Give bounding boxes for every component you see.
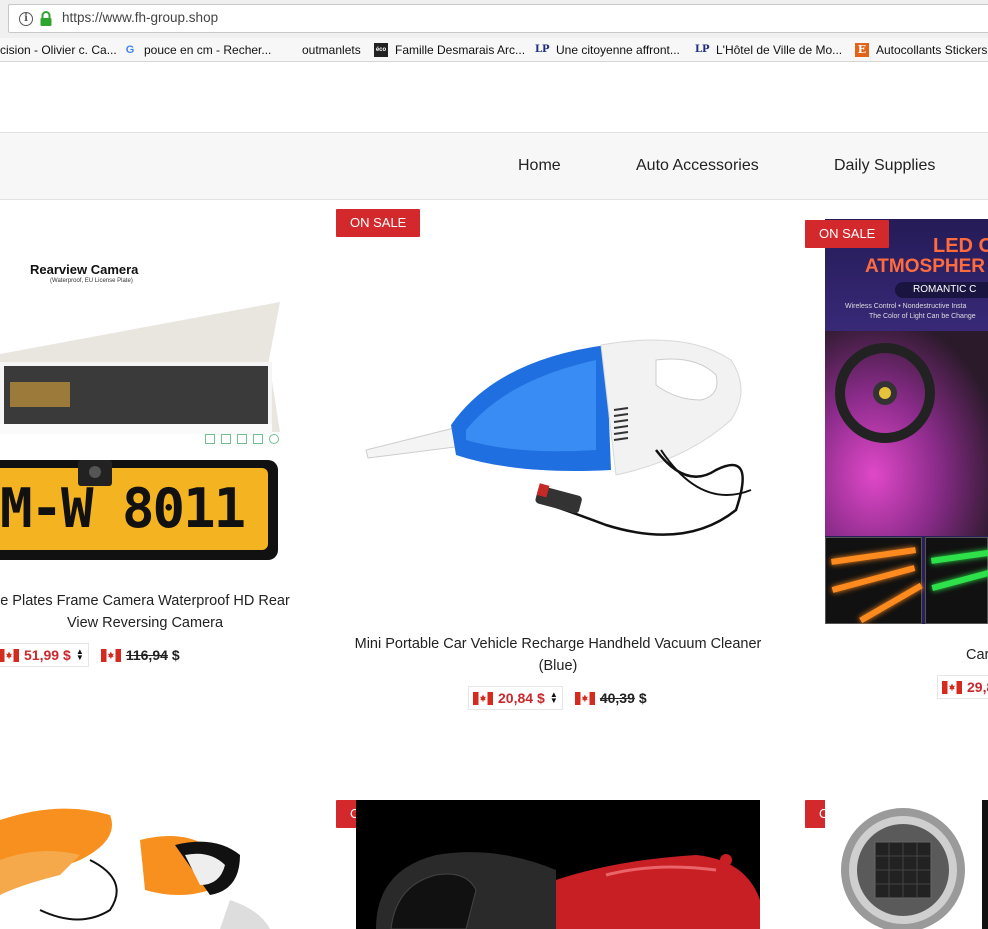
google-icon: G <box>125 44 135 56</box>
product-title-line: Car <box>966 647 988 663</box>
product-price: 51,99 $ ▲ ▼ 116,94 $ <box>0 643 184 667</box>
product-title-line: View Reversing Camera <box>66 615 224 631</box>
image-heading: ATMOSPHER <box>865 256 985 277</box>
image-text: Wireless Control • Nondestructive Insta <box>845 303 967 310</box>
bookmark-item[interactable]: outmanlets <box>302 41 361 59</box>
bookmark-item[interactable]: LP L'Hôtel de Ville de Mo... <box>695 41 842 59</box>
bookmark-item[interactable]: E Autocollants Stickers <box>855 41 987 59</box>
led-strip-green <box>925 537 988 624</box>
url-text[interactable]: https://www.fh-group.shop <box>62 10 218 25</box>
bookmark-item[interactable]: éco Famille Desmarais Arc... <box>374 41 525 59</box>
bookmarks-bar: cision - Olivier c. Ca... G pouce en cm … <box>0 38 988 62</box>
sale-price: 29,8 <box>967 679 988 695</box>
bookmark-label: Une citoyenne affront... <box>556 43 680 57</box>
sale-price: 51,99 <box>24 647 60 663</box>
nav-daily-supplies[interactable]: Daily Supplies <box>834 157 935 175</box>
canada-flag-icon <box>0 648 19 662</box>
lock-icon <box>40 11 52 26</box>
old-price-box: 40,39 $ <box>570 686 651 710</box>
product-image-camera[interactable]: Rearview Camera (Waterproof, EU License … <box>0 252 290 572</box>
camera-lens <box>89 466 101 478</box>
vacuum-illustration <box>365 339 752 536</box>
info-icon[interactable]: i <box>19 12 33 26</box>
on-sale-badge: ON SALE <box>336 209 421 237</box>
bookmark-label: Famille Desmarais Arc... <box>395 43 526 57</box>
plate-text: M-W 8011 <box>0 477 246 540</box>
on-sale-badge: ON SALE <box>805 220 890 248</box>
product-image-vacuum[interactable] <box>356 250 760 560</box>
currency: $ <box>171 647 180 663</box>
product-image-led[interactable]: LED C ATMOSPHER ROMANTIC C Wireless Cont… <box>825 219 988 624</box>
product-title[interactable]: e Plates Frame Camera Waterproof HD Rear… <box>0 590 300 634</box>
solar-coaster-illustration <box>841 800 988 929</box>
bookmark-item[interactable]: cision - Olivier c. Ca... <box>0 41 117 59</box>
product-price: 29,8 <box>937 675 988 699</box>
currency-toggle-icon[interactable]: ▲ ▼ <box>550 691 558 705</box>
bookmark-label: outmanlets <box>302 43 361 57</box>
image-text: The Color of Light Can be Change <box>869 313 976 320</box>
bookmark-item[interactable]: LP Une citoyenne affront... <box>535 41 680 59</box>
lp-icon: LP <box>695 44 710 55</box>
bookmark-label: L'Hôtel de Ville de Mo... <box>716 43 843 57</box>
etsy-icon: E <box>855 43 869 57</box>
currency-toggle-icon[interactable]: ▲ ▼ <box>76 648 84 662</box>
address-bar[interactable]: i https://www.fh-group.shop <box>8 4 988 33</box>
black-vacuum-illustration <box>376 852 760 929</box>
product-image-orange-vacuum[interactable] <box>0 800 290 929</box>
currency: $ <box>63 647 71 663</box>
product-title-line: Mini Portable Car Vehicle Recharge Handh… <box>354 636 762 652</box>
currency: $ <box>537 690 545 706</box>
sale-price: 20,84 <box>498 690 534 706</box>
image-subcaption: (Waterproof, EU License Plate) <box>50 278 133 284</box>
main-nav: Home Auto Accessories Daily Supplies <box>0 132 988 200</box>
canada-flag-icon <box>473 691 493 705</box>
product-title[interactable]: Car <box>966 644 988 666</box>
bookmark-label: cision - Olivier c. Ca... <box>0 43 117 57</box>
led-strip-orange <box>825 537 923 624</box>
camera-box-edge <box>0 424 272 434</box>
bookmark-item[interactable]: G pouce en cm - Recher... <box>123 41 272 59</box>
orange-vacuum-illustration <box>0 808 270 929</box>
product-title-line: e Plates Frame Camera Waterproof HD Rear <box>0 593 290 609</box>
steering-wheel-icon <box>835 343 935 443</box>
product-image-black-vacuum[interactable] <box>356 800 760 929</box>
canada-flag-icon <box>574 691 595 705</box>
eco-icon: éco <box>374 43 388 57</box>
image-toolbar <box>205 434 290 446</box>
product-title-line: (Blue) <box>538 658 578 674</box>
nav-home[interactable]: Home <box>518 157 561 175</box>
old-price: 116,94 <box>125 647 168 663</box>
sale-price-box[interactable]: 20,84 $ ▲ ▼ <box>468 686 563 710</box>
browser-toolbar: i https://www.fh-group.shop <box>0 0 988 38</box>
image-caption: Rearview Camera <box>30 262 139 277</box>
product-price: 20,84 $ ▲ ▼ 40,39 $ <box>468 686 651 710</box>
lp-icon: LP <box>535 44 550 55</box>
bookmark-label: Autocollants Stickers <box>876 43 988 57</box>
image-banner: ROMANTIC C <box>895 282 988 298</box>
camera-manual <box>10 382 70 407</box>
nav-auto-accessories[interactable]: Auto Accessories <box>636 157 759 175</box>
currency: $ <box>638 690 647 706</box>
old-price: 40,39 <box>599 690 635 706</box>
bookmark-label: pouce en cm - Recher... <box>144 43 272 57</box>
product-title[interactable]: Mini Portable Car Vehicle Recharge Handh… <box>346 633 770 677</box>
sale-price-box[interactable]: 29,8 <box>937 675 988 699</box>
sale-price-box[interactable]: 51,99 $ ▲ ▼ <box>0 643 89 667</box>
image-heading: LED C <box>933 235 988 257</box>
canada-flag-icon <box>942 680 962 694</box>
old-price-box: 116,94 $ <box>96 643 184 667</box>
product-image-coaster[interactable] <box>825 800 988 929</box>
site-header <box>0 62 988 132</box>
canada-flag-icon <box>100 648 121 662</box>
